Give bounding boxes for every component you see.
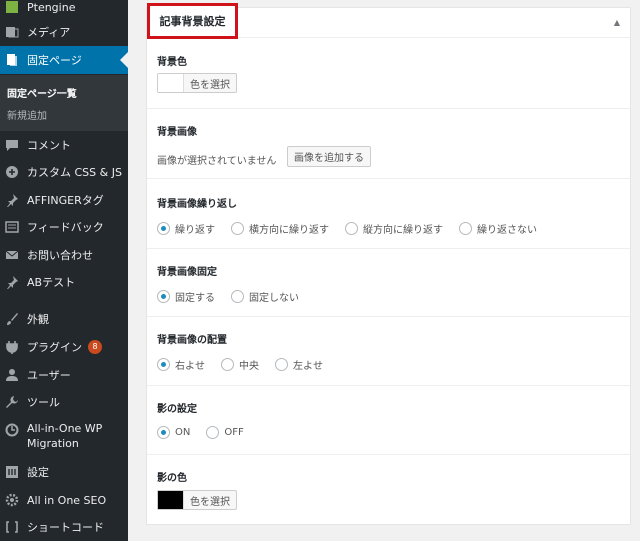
menu-label-group: All-in-One WP Migration — [27, 421, 102, 451]
section-label: 背景画像固定 — [157, 267, 217, 278]
gear-icon — [5, 493, 19, 507]
menu-label: ショートコード — [27, 521, 104, 534]
plus-circle-icon — [5, 165, 19, 179]
menu-all-in-one-migration[interactable]: All-in-One WP Migration — [0, 421, 128, 453]
mail-icon — [5, 248, 19, 262]
ptengine-icon — [5, 0, 19, 14]
bg-fixed-radio-group: 固定する 固定しない — [157, 289, 315, 304]
admin-sidebar: Ptengine メディア 固定ページ 固定ページ一覧 新規追加 コメント カス… — [0, 0, 128, 541]
color-swatch — [158, 491, 184, 509]
menu-appearance[interactable]: 外観 — [0, 309, 128, 329]
menu-ptengine[interactable]: Ptengine — [0, 0, 128, 14]
menu-pages[interactable]: 固定ページ — [0, 46, 128, 74]
feedback-icon — [5, 220, 19, 234]
menu-users[interactable]: ユーザー — [0, 365, 128, 385]
section-bg-image: 背景画像 画像が選択されていません 画像を追加する — [147, 109, 630, 179]
menu-label-line2: Migration — [27, 437, 79, 450]
radio-fixed[interactable]: 固定する — [157, 289, 215, 304]
menu-label: 外観 — [27, 313, 49, 326]
collapse-toggle-icon[interactable]: ▲ — [614, 18, 620, 27]
migration-icon — [5, 423, 19, 437]
pages-submenu: 固定ページ一覧 新規追加 — [0, 75, 128, 131]
menu-label: プラグイン — [27, 341, 82, 354]
menu-label: AFFINGERタグ — [27, 194, 104, 207]
menu-label: All in One SEO — [27, 493, 107, 507]
background-settings-panel: 記事背景設定 ▲ 背景色 色を選択 背景画像 画像が選択されていません 画像を追… — [146, 3, 631, 525]
bg-color-picker-button[interactable]: 色を選択 — [157, 73, 237, 93]
menu-label: Ptengine — [27, 0, 76, 14]
menu-label: メディア — [27, 26, 71, 39]
section-shadow-color: 影の色 色を選択 — [147, 455, 630, 525]
radio-not-fixed[interactable]: 固定しない — [231, 289, 299, 304]
section-bg-position: 背景画像の配置 右よせ 中央 左よせ — [147, 317, 630, 386]
radio-repeat-x[interactable]: 横方向に繰り返す — [231, 221, 329, 236]
menu-label: カスタム CSS & JS — [27, 166, 122, 179]
section-label: 背景色 — [157, 57, 187, 68]
menu-label: ツール — [27, 396, 60, 409]
menu-contact[interactable]: お問い合わせ — [0, 245, 128, 265]
menu-label: 固定ページ — [27, 54, 82, 67]
plugin-update-badge: 8 — [88, 340, 102, 354]
menu-label: お問い合わせ — [27, 249, 93, 262]
plugin-icon — [5, 340, 19, 354]
section-label: 背景画像の配置 — [157, 335, 227, 346]
add-image-button[interactable]: 画像を追加する — [287, 146, 371, 167]
submenu-add-new[interactable]: 新規追加 — [7, 107, 47, 122]
menu-feedback[interactable]: フィードバック — [0, 217, 128, 237]
pages-icon — [5, 53, 19, 67]
menu-settings[interactable]: 設定 — [0, 462, 128, 482]
radio-shadow-off[interactable]: OFF — [206, 426, 244, 439]
pin-icon — [5, 193, 19, 207]
menu-label: ABテスト — [27, 276, 76, 289]
wrench-icon — [5, 395, 19, 409]
color-picker-label: 色を選択 — [190, 79, 230, 91]
menu-custom-css-js[interactable]: カスタム CSS & JS — [0, 162, 128, 182]
section-bg-repeat: 背景画像繰り返し 繰り返す 横方向に繰り返す 縦方向に繰り返す 繰り返さない — [147, 179, 630, 249]
shadow-color-picker-button[interactable]: 色を選択 — [157, 490, 237, 510]
radio-repeat[interactable]: 繰り返す — [157, 221, 215, 236]
menu-label: フィードバック — [27, 221, 104, 234]
menu-label: ユーザー — [27, 369, 71, 382]
submenu-all-pages[interactable]: 固定ページ一覧 — [7, 85, 77, 100]
menu-media[interactable]: メディア — [0, 20, 128, 44]
menu-label: All-in-One WP — [27, 422, 103, 435]
bg-position-radio-group: 右よせ 中央 左よせ — [157, 357, 339, 372]
menu-all-in-one-seo[interactable]: All in One SEO — [0, 490, 128, 510]
color-picker-label: 色を選択 — [190, 496, 230, 508]
panel-title: 記事背景設定 — [147, 3, 238, 39]
menu-comments[interactable]: コメント — [0, 135, 128, 155]
menu-affinger-tag[interactable]: AFFINGERタグ — [0, 190, 128, 210]
pin-icon — [5, 275, 19, 289]
media-icon — [5, 25, 19, 39]
menu-label: コメント — [27, 139, 71, 152]
paintbrush-icon — [5, 312, 19, 326]
image-status-text: 画像が選択されていません — [157, 156, 277, 167]
radio-center[interactable]: 中央 — [221, 357, 259, 372]
user-icon — [5, 368, 19, 382]
menu-tools[interactable]: ツール — [0, 392, 128, 412]
color-swatch — [158, 74, 184, 92]
menu-plugins[interactable]: プラグイン 8 — [0, 337, 128, 357]
shadow-radio-group: ON OFF — [157, 426, 260, 439]
radio-no-repeat[interactable]: 繰り返さない — [459, 221, 537, 236]
section-bg-color: 背景色 色を選択 — [147, 39, 630, 109]
radio-left[interactable]: 左よせ — [275, 357, 323, 372]
menu-shortcode[interactable]: ショートコード — [0, 517, 128, 537]
shortcode-icon — [5, 520, 19, 534]
bg-repeat-radio-group: 繰り返す 横方向に繰り返す 縦方向に繰り返す 繰り返さない — [157, 221, 553, 236]
panel-header: 記事背景設定 ▲ — [147, 3, 630, 39]
radio-right[interactable]: 右よせ — [157, 357, 205, 372]
radio-shadow-on[interactable]: ON — [157, 426, 190, 439]
comment-icon — [5, 138, 19, 152]
section-label: 背景画像 — [157, 127, 197, 138]
section-bg-fixed: 背景画像固定 固定する 固定しない — [147, 249, 630, 317]
settings-icon — [5, 465, 19, 479]
section-label: 影の色 — [157, 473, 187, 484]
section-shadow: 影の設定 ON OFF — [147, 386, 630, 455]
menu-ab-test[interactable]: ABテスト — [0, 272, 128, 292]
radio-repeat-y[interactable]: 縦方向に繰り返す — [345, 221, 443, 236]
section-label: 影の設定 — [157, 404, 197, 415]
menu-label: 設定 — [27, 466, 49, 479]
section-label: 背景画像繰り返し — [157, 199, 237, 210]
